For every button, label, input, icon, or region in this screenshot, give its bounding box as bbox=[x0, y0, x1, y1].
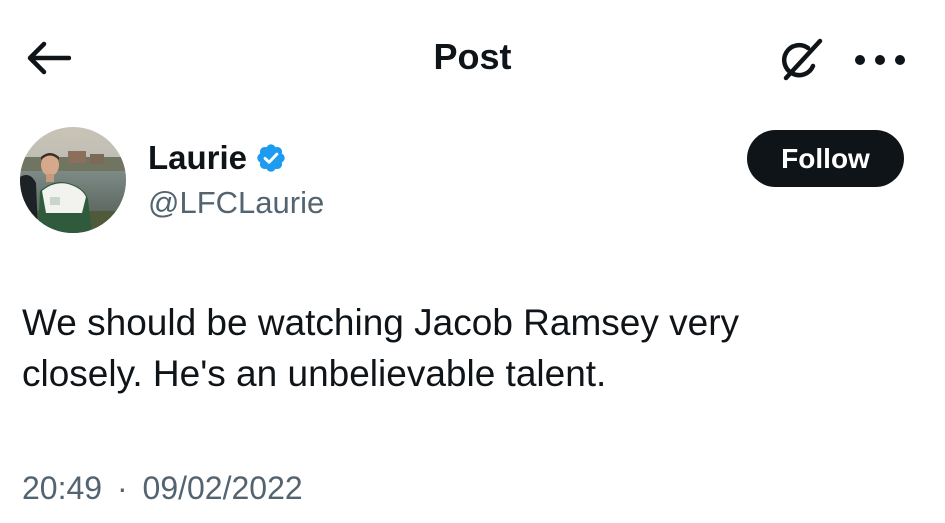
author-name[interactable]: Laurie bbox=[148, 136, 247, 180]
grok-button[interactable] bbox=[772, 32, 828, 88]
avatar[interactable] bbox=[20, 127, 126, 233]
meta-separator: · bbox=[116, 470, 128, 506]
timestamp-row[interactable]: 20:49 · 09/02/2022 bbox=[22, 466, 303, 510]
post-time: 20:49 bbox=[22, 470, 103, 506]
author-name-row: Laurie bbox=[148, 136, 287, 180]
post-page: Post Laurie @LFCLaurie Follow We should … bbox=[0, 0, 945, 523]
grok-icon bbox=[781, 38, 823, 81]
more-options-button[interactable] bbox=[850, 36, 910, 84]
author-handle[interactable]: @LFCLaurie bbox=[148, 181, 324, 225]
avatar-photo bbox=[20, 127, 126, 233]
post-date: 09/02/2022 bbox=[142, 470, 303, 506]
tweet-text: We should be watching Jacob Ramsey very … bbox=[22, 302, 740, 394]
follow-button[interactable]: Follow bbox=[747, 130, 904, 187]
more-horizontal-icon bbox=[855, 55, 905, 65]
verified-badge-icon bbox=[257, 144, 285, 172]
